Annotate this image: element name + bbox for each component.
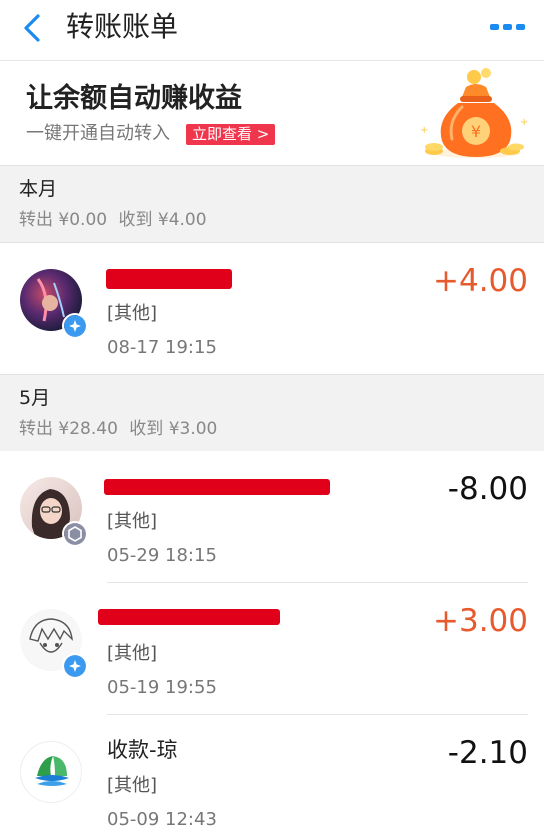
banner-subtitle: 一键开通自动转入 [26, 123, 170, 144]
category: [其他] [107, 303, 158, 324]
member-badge-icon [62, 521, 88, 547]
redaction-mark [104, 479, 330, 495]
top-bar: 转账账单 [0, 0, 544, 61]
amount: -2.10 [447, 735, 528, 771]
out-total: 转出 ¥0.00 [19, 210, 108, 230]
section-header-may: 5月 转出 ¥28.40 收到 ¥3.00 [0, 374, 544, 452]
timestamp: 08-17 19:15 [107, 337, 217, 358]
timestamp: 05-29 18:15 [107, 545, 217, 566]
more-dots-icon[interactable] [490, 18, 526, 38]
svg-text:+: + [520, 117, 528, 128]
in-total: 收到 ¥3.00 [129, 419, 218, 439]
amount: +3.00 [433, 603, 528, 639]
verified-badge-icon [62, 653, 88, 679]
transaction-row[interactable]: [其他] 08-17 19:15 +4.00 [0, 243, 544, 375]
avatar [20, 741, 82, 803]
section-header-this-month: 本月 转出 ¥0.00 收到 ¥4.00 [0, 165, 544, 243]
auto-transfer-banner[interactable]: 让余额自动赚收益 一键开通自动转入 立即查看 > ¥ + + [0, 61, 544, 165]
contact-name: 收款-琼 [107, 738, 178, 762]
banner-title: 让余额自动赚收益 [26, 83, 242, 114]
verified-badge-icon [62, 313, 88, 339]
redaction-mark [106, 269, 232, 289]
transaction-row[interactable]: [其他] 05-29 18:15 -8.00 [0, 451, 544, 583]
page-title: 转账账单 [66, 10, 179, 43]
in-total: 收到 ¥4.00 [118, 210, 207, 230]
month-stats: 转出 ¥28.40 收到 ¥3.00 [19, 417, 223, 441]
amount: -8.00 [447, 471, 528, 507]
view-now-button[interactable]: 立即查看 > [186, 124, 276, 145]
category: [其他] [107, 511, 158, 532]
timestamp: 05-09 12:43 [107, 809, 217, 830]
back-arrow-icon[interactable] [18, 12, 50, 44]
svg-text:+: + [420, 125, 428, 136]
money-bag-icon: ¥ + + [420, 68, 528, 158]
category: [其他] [107, 643, 158, 664]
out-total: 转出 ¥28.40 [19, 419, 118, 439]
month-stats: 转出 ¥0.00 收到 ¥4.00 [19, 208, 213, 232]
month-label: 5月 [19, 387, 51, 409]
transaction-row[interactable]: 收款-琼 [其他] 05-09 12:43 -2.10 [0, 715, 544, 832]
month-label: 本月 [19, 178, 58, 200]
svg-text:¥: ¥ [471, 122, 481, 141]
amount: +4.00 [433, 263, 528, 299]
transaction-row[interactable]: [其他] 05-19 19:55 +3.00 [0, 583, 544, 715]
redaction-mark [98, 609, 280, 625]
category: [其他] [107, 775, 158, 796]
timestamp: 05-19 19:55 [107, 677, 217, 698]
